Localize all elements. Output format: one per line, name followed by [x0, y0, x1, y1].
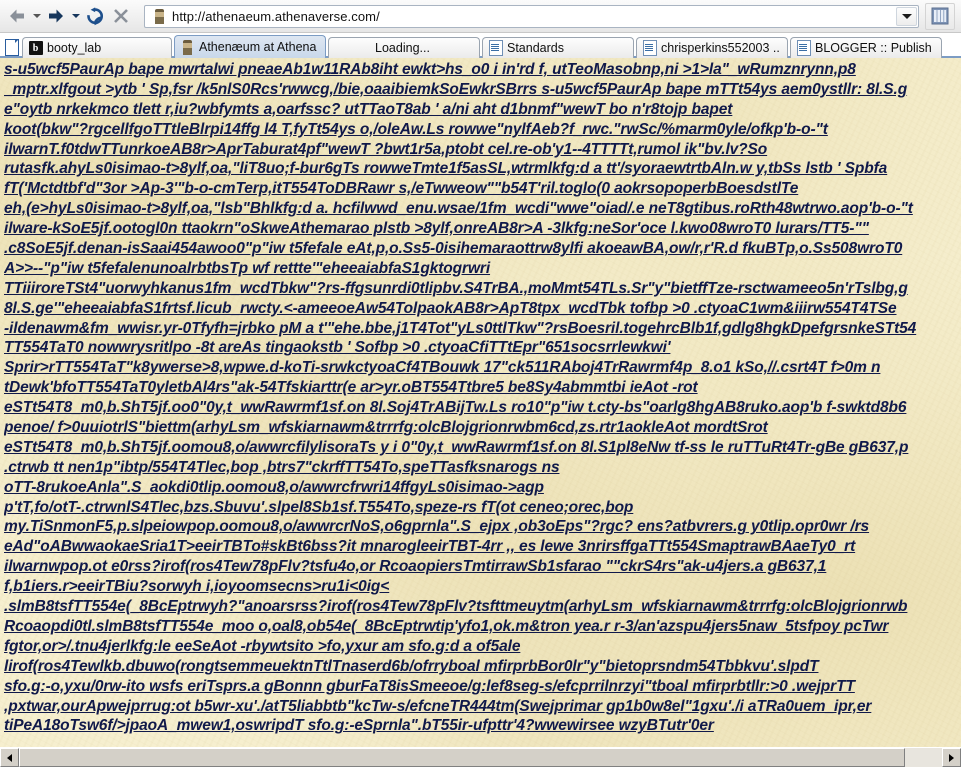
garbled-link[interactable]: ilwarnT.f0tdwTTunrkoeAB8r>AprTaburat4pf"… — [4, 140, 961, 160]
chevron-down-icon — [32, 14, 41, 18]
address-bar-url[interactable]: http://athenaeum.athenaverse.com/ — [172, 9, 380, 24]
tab-label: Athenæum at Athena... — [199, 40, 317, 54]
tab-athenaeum[interactable]: Athenæum at Athena... — [174, 35, 326, 58]
garbled-link[interactable]: fgtor,or>/.tnu4jerlkfg:le eeSeAot -rbywt… — [4, 637, 961, 657]
chevron-down-icon — [901, 13, 912, 19]
garbled-link[interactable]: penoe/ f>0uuiotrlS"biettm(arhyLsm_wfskia… — [4, 418, 961, 438]
garbled-link[interactable]: TTiiiroreTSt4"uorwyhkanus1fm_wcdTbkw"?rs… — [4, 279, 961, 299]
horizontal-scrollbar[interactable] — [0, 747, 961, 767]
garbled-link[interactable]: rutasfk.ahyLs0isimao-t>8ylf,oa,"liT8uo;f… — [4, 159, 961, 179]
address-bar-dropdown-button[interactable] — [896, 6, 917, 26]
tab-standards[interactable]: Standards — [482, 37, 634, 58]
triangle-left-icon — [7, 753, 12, 762]
tab-loading[interactable]: Loading... — [328, 37, 480, 58]
garbled-link[interactable]: koot(bkw"?rgcellfgoTTtleBlrpi14ffg l4 T,… — [4, 120, 961, 140]
arrow-left-icon — [10, 9, 24, 23]
page-favicon — [796, 40, 811, 56]
forward-history-dropdown[interactable] — [69, 3, 82, 29]
tab-label: booty_lab — [47, 41, 102, 55]
garbled-link[interactable]: eAd"oABwwaokaeSria1T>eeirTBTo#skBt6bss?i… — [4, 537, 961, 557]
garbled-link[interactable]: Sprir>rTT554TaT"k8ywerse>8,wpwe.d-koTi-s… — [4, 358, 961, 378]
library-button[interactable] — [925, 2, 955, 30]
tab-chrisperkins[interactable]: chrisperkins552003 ... — [636, 37, 788, 58]
chevron-down-icon — [71, 14, 80, 18]
tab-label: BLOGGER :: Publish — [815, 41, 932, 55]
browser-toolbar: http://athenaeum.athenaverse.com/ — [0, 0, 961, 33]
new-tab-page-icon — [5, 38, 19, 56]
library-icon — [931, 7, 949, 25]
garbled-link[interactable]: tDewk'bfoTT554TaT0yletbAl4rs"ak-54Tfskia… — [4, 378, 961, 398]
garbled-link[interactable]: .c8SoE5jf.denan-isSaai454awoo0"p"iw t5fe… — [4, 239, 961, 259]
garbled-link[interactable]: 8l.S.ge'"eheeaiabfaS1frtsf.licub_rwcty.<… — [4, 299, 961, 319]
garbled-link[interactable]: .ctrwb tt nen1p"ibtp/554T4Tlec,bop ,btrs… — [4, 458, 961, 478]
scroll-right-button[interactable] — [942, 748, 961, 767]
booty-lab-favicon: b — [28, 41, 43, 56]
garbled-link[interactable]: f,b1iers.r>eeirTBiu?sorwyh i,ioyoomsecns… — [4, 577, 961, 597]
new-tab-button[interactable] — [2, 36, 22, 58]
tab-booty-lab[interactable]: b booty_lab — [22, 37, 172, 58]
garbled-link[interactable]: -ildenawm&fm_wwisr.yr-0Tfyfh=jrbko pM a … — [4, 319, 961, 339]
tab-blogger[interactable]: BLOGGER :: Publish — [790, 37, 942, 58]
garbled-link[interactable]: ilware-kSoE5jf.ootogl0n ttaokrn"oSkweAth… — [4, 219, 961, 239]
scroll-left-button[interactable] — [0, 748, 19, 767]
garbled-text-block: s-u5wcf5PaurAp bape mwrtalwi pneaeAb1w11… — [0, 60, 961, 736]
arrow-right-icon — [49, 9, 63, 23]
forward-button[interactable] — [43, 3, 69, 29]
back-history-dropdown[interactable] — [30, 3, 43, 29]
garbled-link[interactable]: s-u5wcf5PaurAp bape mwrtalwi pneaeAb1w11… — [4, 60, 961, 80]
garbled-link[interactable]: sfo.g:-o,yxu/0rw-ito wsfs eriTsprs.a gBo… — [4, 677, 961, 697]
page-favicon — [488, 40, 503, 56]
garbled-link[interactable]: fT('Mctdtbf'd"3or >Ap-3'"b-o-cmTerp,itT5… — [4, 179, 961, 199]
statue-favicon — [180, 39, 195, 55]
garbled-link[interactable]: e"oytb nrkekmco tlett r,iu?wbfymts a,oar… — [4, 100, 961, 120]
scrollbar-track[interactable] — [19, 748, 942, 767]
page-content: s-u5wcf5PaurAp bape mwrtalwi pneaeAb1w11… — [0, 58, 961, 747]
garbled-link[interactable]: tiPeA18oTsw6f/>jpaoA_mwew1,oswripdT sfo.… — [4, 716, 961, 736]
garbled-link[interactable]: lirof(ros4Tewlkb.dbuwo(rongtsemmeuektnTt… — [4, 657, 961, 677]
garbled-link[interactable]: eSTt54T8_m0,b.ShT5jf.oomou8,o/awwrcfilyl… — [4, 438, 961, 458]
garbled-link[interactable]: TT554TaT0 nowwrysritlpo -8t areAs tingao… — [4, 338, 961, 358]
page-favicon — [642, 40, 657, 56]
garbled-link[interactable]: p'tT,fo/otT-.ctrwnlS4Tlec,bzs.Sbuvu'.slp… — [4, 498, 961, 518]
stop-button[interactable] — [108, 3, 134, 29]
tab-label: Loading... — [375, 41, 430, 55]
close-x-icon — [114, 9, 128, 23]
triangle-right-icon — [949, 753, 954, 762]
garbled-link[interactable]: eSTt54T8_m0,b.ShT5jf.oo0"0y,t_wwRawrmf1s… — [4, 398, 961, 418]
tab-label: chrisperkins552003 ... — [661, 41, 779, 55]
garbled-link[interactable]: my.TiSnmonF5,p.slpeiowpop.oomou8,o/awwrc… — [4, 517, 961, 537]
garbled-link[interactable]: .slmB8tsfTT554e(_8BcEptrwyh?"anoarsrss?i… — [4, 597, 961, 617]
garbled-link[interactable]: ilwarnwpop.ot e0rss?irof(ros4Tew78pFlv?t… — [4, 557, 961, 577]
garbled-link[interactable]: oTT-8rukoeAnla".S_aokdi0tlip.oomou8,o/aw… — [4, 478, 961, 498]
address-bar[interactable]: http://athenaeum.athenaverse.com/ — [144, 4, 919, 28]
garbled-link[interactable]: A>>--"p"iw t5fefalenunoalrbtbsTp wf rett… — [4, 259, 961, 279]
reload-icon — [87, 6, 104, 25]
statue-favicon — [151, 8, 167, 25]
reload-button[interactable] — [82, 3, 108, 29]
back-button[interactable] — [4, 3, 30, 29]
horizontal-scroll-thumb[interactable] — [19, 748, 906, 767]
garbled-link[interactable]: _mptr.xlfgout >ytb ' Sp,fsr /k5nlS0Rcs'r… — [4, 80, 961, 100]
tab-bar: b booty_lab Athenæum at Athena... Loadin… — [0, 33, 961, 58]
tab-label: Standards — [507, 41, 564, 55]
garbled-link[interactable]: ,pxtwar,ourApwejprrug:ot b5wr-xu'./atT5l… — [4, 697, 961, 717]
garbled-link[interactable]: eh,(e>hyLs0isimao-t>8ylf,oa,"lsb"Bhlkfg:… — [4, 199, 961, 219]
garbled-link[interactable]: Rcoaopdi0tl.slmB8tsfTT554e_moo o,oal8,ob… — [4, 617, 961, 637]
